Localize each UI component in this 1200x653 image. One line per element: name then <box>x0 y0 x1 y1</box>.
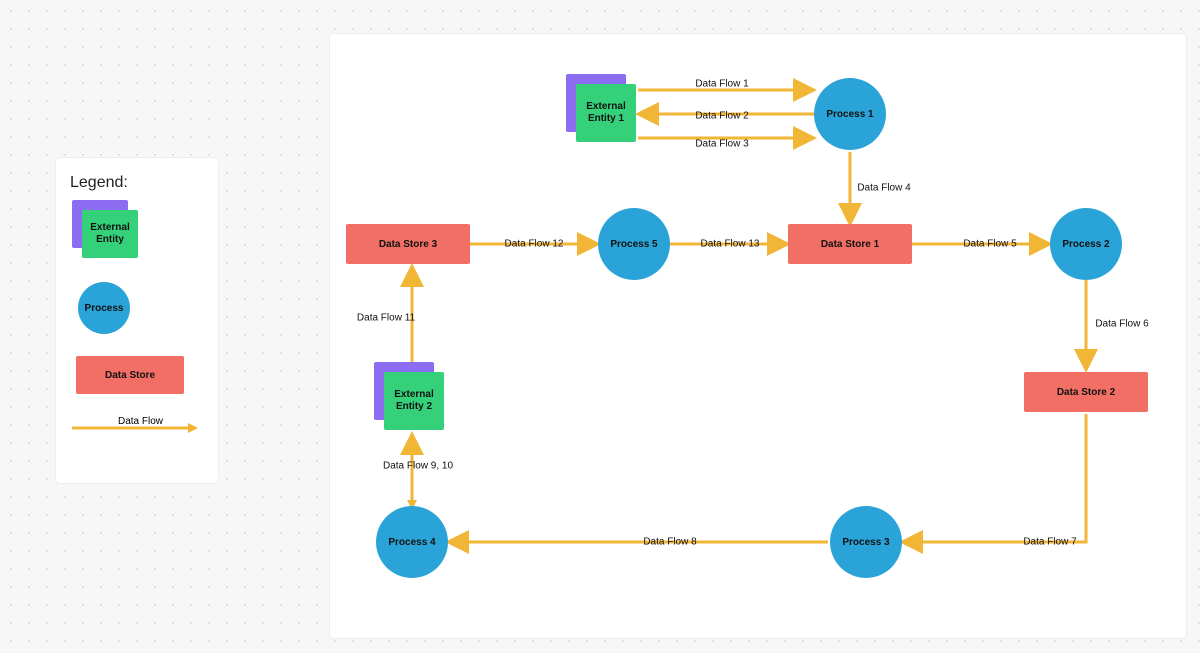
legend-datastore-label: Data Store <box>105 370 155 381</box>
entity-1-label: External Entity 1 <box>576 101 636 125</box>
flow-6-label: Data Flow 6 <box>1095 319 1148 330</box>
legend-entity-shape: External Entity <box>82 210 138 258</box>
flow-13-label: Data Flow 13 <box>701 239 760 250</box>
entity-2-label: External Entity 2 <box>384 389 444 413</box>
flow-2-label: Data Flow 2 <box>695 111 748 122</box>
legend-entity: External Entity <box>82 210 138 258</box>
node-datastore-1[interactable]: Data Store 1 <box>788 224 912 264</box>
flow-1-label: Data Flow 1 <box>695 79 748 90</box>
datastore-3-label: Data Store 3 <box>379 239 437 250</box>
entity-1-shape: External Entity 1 <box>576 84 636 142</box>
entity-2-shape: External Entity 2 <box>384 372 444 430</box>
node-entity-2[interactable]: External Entity 2 <box>384 372 444 430</box>
datastore-1-label: Data Store 1 <box>821 239 879 250</box>
node-process-5[interactable]: Process 5 <box>598 208 670 280</box>
flow-9-10-label: Data Flow 9, 10 <box>383 461 453 472</box>
flow-7-label: Data Flow 7 <box>1023 537 1076 548</box>
process-2-label: Process 2 <box>1062 239 1109 250</box>
legend-title: Legend: <box>70 174 204 192</box>
diagram-canvas[interactable]: Data Flow 1 Data Flow 2 Data Flow 3 Data… <box>330 34 1186 638</box>
node-datastore-3[interactable]: Data Store 3 <box>346 224 470 264</box>
process-5-label: Process 5 <box>610 239 657 250</box>
legend-datastore: Data Store <box>76 356 184 394</box>
node-process-2[interactable]: Process 2 <box>1050 208 1122 280</box>
legend-process-label: Process <box>85 303 124 314</box>
process-3-label: Process 3 <box>842 537 889 548</box>
flow-7[interactable] <box>902 414 1086 542</box>
flow-3-label: Data Flow 3 <box>695 139 748 150</box>
legend-entity-label: External Entity <box>82 222 138 246</box>
process-4-label: Process 4 <box>388 537 435 548</box>
flow-11-label: Data Flow 11 <box>357 313 415 324</box>
flow-12-label: Data Flow 12 <box>505 239 564 250</box>
flow-5-label: Data Flow 5 <box>963 239 1016 250</box>
legend-process: Process <box>78 282 130 334</box>
node-process-3[interactable]: Process 3 <box>830 506 902 578</box>
flow-4-label: Data Flow 4 <box>857 183 910 194</box>
legend-flow: Data Flow <box>70 420 204 434</box>
node-process-1[interactable]: Process 1 <box>814 78 886 150</box>
node-process-4[interactable]: Process 4 <box>376 506 448 578</box>
flow-8-label: Data Flow 8 <box>643 537 696 548</box>
node-datastore-2[interactable]: Data Store 2 <box>1024 372 1148 412</box>
legend-panel: Legend: External Entity Process Data Sto… <box>56 158 218 483</box>
datastore-2-label: Data Store 2 <box>1057 387 1115 398</box>
process-1-label: Process 1 <box>826 109 873 120</box>
node-entity-1[interactable]: External Entity 1 <box>576 84 636 142</box>
legend-flow-label: Data Flow <box>118 416 163 427</box>
